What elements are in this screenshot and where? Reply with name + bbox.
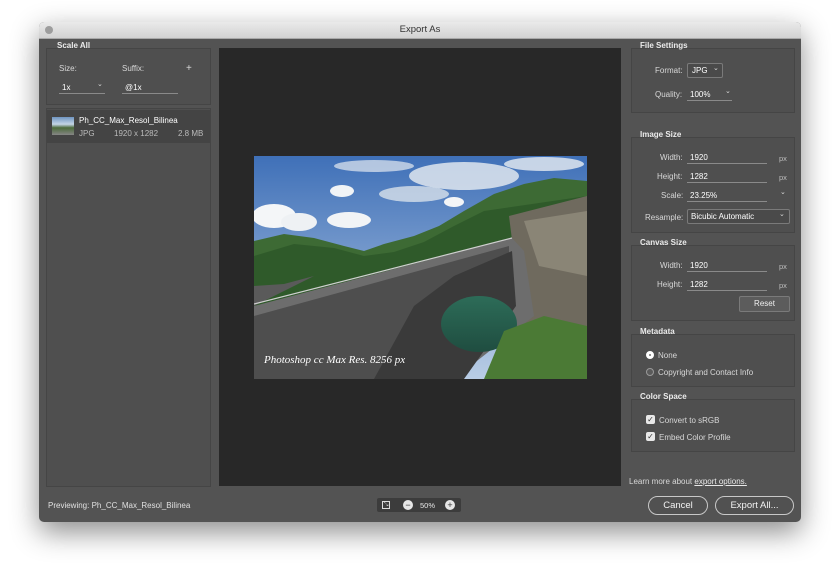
scale-all-title: Scale All: [57, 41, 91, 50]
title-bar: Export As: [39, 22, 801, 39]
image-height-label: Height:: [657, 172, 683, 181]
convert-srgb-checkbox[interactable]: ✓: [646, 415, 655, 424]
asset-filesize: 2.8 MB: [178, 129, 204, 138]
export-options-link[interactable]: export options.: [694, 477, 746, 486]
zoom-level: 50%: [420, 501, 436, 510]
metadata-copyright-label: Copyright and Contact Info: [658, 368, 754, 377]
zoom-in-button[interactable]: +: [445, 500, 455, 510]
quality-label: Quality:: [655, 90, 683, 99]
metadata-title: Metadata: [640, 327, 675, 336]
chevron-down-icon[interactable]: ⌄: [725, 87, 731, 95]
suffix-input[interactable]: @1x: [125, 83, 142, 92]
asset-dimensions: 1920 x 1282: [114, 129, 159, 138]
export-as-dialog: Export As Scale All Size: Suffix: + 1x ⌄…: [39, 22, 801, 522]
canvas-height-unit: px: [779, 281, 787, 290]
zoom-controls: ⤡ − 50% +: [377, 498, 461, 512]
preview-image: Photoshop cc Max Res. 8256 px: [254, 156, 587, 379]
image-height-unit: px: [779, 173, 787, 182]
image-size-title: Image Size: [640, 130, 682, 139]
chevron-down-icon[interactable]: ⌄: [97, 80, 103, 88]
learn-more-label: Learn more about: [629, 477, 693, 486]
size-label: Size:: [59, 64, 77, 73]
canvas-height-underline: [687, 290, 767, 291]
embed-profile-checkbox[interactable]: ✓: [646, 432, 655, 441]
image-height-underline: [687, 182, 767, 183]
file-settings-title: File Settings: [640, 41, 688, 50]
embed-profile-label: Embed Color Profile: [659, 433, 731, 442]
image-width-input[interactable]: 1920: [690, 153, 708, 162]
canvas-width-label: Width:: [660, 261, 683, 270]
asset-name: Ph_CC_Max_Resol_Bilinea: [79, 116, 178, 125]
asset-item[interactable]: Ph_CC_Max_Resol_Bilinea JPG 1920 x 1282 …: [47, 110, 210, 143]
reset-button[interactable]: Reset: [739, 296, 790, 312]
color-space-title: Color Space: [640, 392, 687, 401]
image-height-input[interactable]: 1282: [690, 172, 708, 181]
chevron-down-icon: ⌄: [713, 65, 719, 72]
chevron-down-icon[interactable]: ⌄: [780, 188, 786, 196]
convert-srgb-label: Convert to sRGB: [659, 416, 720, 425]
export-all-button[interactable]: Export All...: [715, 496, 794, 515]
canvas-size-title: Canvas Size: [640, 238, 687, 247]
canvas-width-underline: [687, 271, 767, 272]
image-width-label: Width:: [660, 153, 683, 162]
cancel-button[interactable]: Cancel: [648, 496, 708, 515]
add-scale-icon[interactable]: +: [186, 63, 192, 74]
window-title: Export As: [399, 24, 441, 35]
format-label: Format:: [655, 66, 683, 75]
canvas-size-panel: Canvas Size Width: 1920 px Height: 1282 …: [631, 238, 795, 321]
quality-value[interactable]: 100%: [690, 90, 710, 99]
dam-photo: Photoshop cc Max Res. 8256 px: [254, 156, 587, 379]
asset-format: JPG: [79, 129, 95, 138]
scale-all-panel: Scale All Size: Suffix: + 1x ⌄ @1x: [46, 41, 211, 105]
zoom-out-icon: −: [405, 500, 411, 510]
format-select[interactable]: JPG ⌄: [687, 63, 723, 78]
canvas-width-unit: px: [779, 262, 787, 271]
resample-label: Resample:: [645, 213, 684, 222]
scale-label: Scale:: [661, 191, 684, 200]
preview-area: Photoshop cc Max Res. 8256 px: [219, 48, 621, 486]
watermark-text: Photoshop cc Max Res. 8256 px: [263, 354, 405, 366]
fit-view-icon[interactable]: ⤡: [382, 501, 390, 509]
chevron-down-icon: ⌄: [779, 211, 785, 218]
suffix-label: Suffix:: [122, 64, 145, 73]
zoom-in-icon: +: [447, 500, 453, 510]
color-space-panel: Color Space ✓ Convert to sRGB ✓ Embed Co…: [631, 392, 795, 452]
file-settings-panel: File Settings Format: JPG ⌄ Quality: 100…: [631, 41, 795, 113]
metadata-copyright-radio[interactable]: [646, 368, 654, 376]
asset-thumbnail: [52, 117, 74, 135]
zoom-out-button[interactable]: −: [403, 500, 413, 510]
suffix-underline: [122, 93, 178, 94]
canvas-height-label: Height:: [657, 280, 683, 289]
format-value: JPG: [692, 66, 708, 75]
resample-value: Bicubic Automatic: [691, 212, 755, 221]
previewing-status: Previewing: Ph_CC_Max_Resol_Bilinea: [48, 501, 190, 510]
size-underline: [59, 93, 105, 94]
resample-select[interactable]: Bicubic Automatic ⌄: [687, 209, 790, 224]
image-width-unit: px: [779, 154, 787, 163]
image-width-underline: [687, 163, 767, 164]
metadata-none-radio[interactable]: [646, 351, 654, 359]
metadata-panel: Metadata None Copyright and Contact Info: [631, 327, 795, 387]
metadata-none-label: None: [658, 351, 678, 360]
image-size-panel: Image Size Width: 1920 px Height: 1282 p…: [631, 130, 795, 233]
learn-more-text: Learn more about export options.: [629, 477, 747, 486]
scale-underline: [687, 201, 767, 202]
quality-underline: [687, 100, 732, 101]
scale-input[interactable]: 23.25%: [690, 191, 717, 200]
asset-list: Ph_CC_Max_Resol_Bilinea JPG 1920 x 1282 …: [46, 108, 211, 487]
canvas-width-input[interactable]: 1920: [690, 261, 708, 270]
previewing-label: Previewing:: [48, 501, 90, 510]
previewing-name: Ph_CC_Max_Resol_Bilinea: [91, 501, 191, 510]
canvas-height-input[interactable]: 1282: [690, 280, 708, 289]
size-select[interactable]: 1x: [62, 83, 70, 92]
